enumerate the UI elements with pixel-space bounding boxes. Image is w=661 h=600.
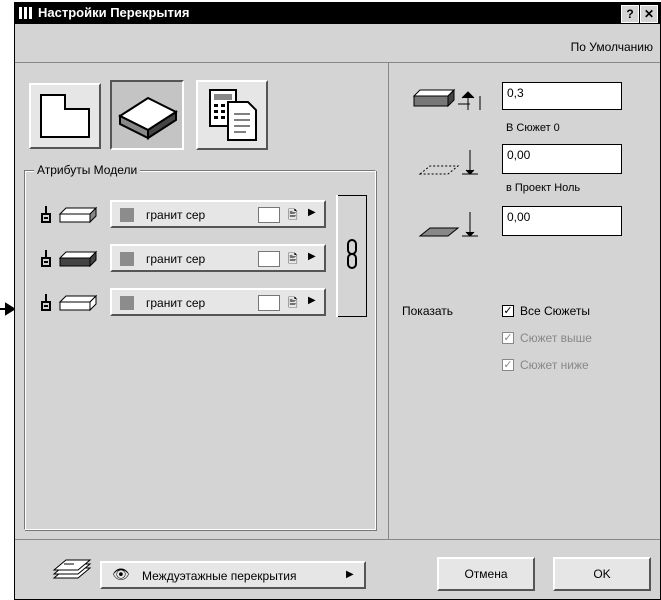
app-icon: [19, 7, 32, 19]
bracket-edge: [336, 195, 338, 317]
layer-name: Междуэтажные перекрытия: [142, 569, 297, 583]
material-list-icon: 🖹: [288, 252, 298, 266]
slab-type-button[interactable]: [110, 80, 184, 150]
chain-link-icon[interactable]: [344, 238, 360, 270]
all-stories-label[interactable]: Все Сюжеты: [520, 304, 590, 318]
material-index-box: [258, 295, 280, 311]
project-elevation-input[interactable]: 0,00: [502, 206, 622, 236]
material-selector-side[interactable]: гранит сер 🖹 ▶: [110, 244, 326, 272]
model-attributes-legend: Атрибуты Модели: [34, 163, 141, 177]
material-name: гранит сер: [146, 252, 206, 266]
geometry-method-button[interactable]: [29, 83, 101, 149]
story-below-checkbox: ✓: [502, 359, 514, 371]
ok-button[interactable]: OK: [553, 557, 651, 591]
material-row-bottom: гранит сер 🖹 ▶: [38, 288, 328, 316]
material-swatch: [120, 208, 134, 222]
material-swatch: [120, 252, 134, 266]
bottom-surface-icon: [58, 294, 98, 312]
listing-button[interactable]: [196, 80, 268, 150]
window-title: Настройки Перекрытия: [38, 5, 190, 20]
calculator-document-icon: [209, 89, 257, 141]
elevation-project-icon: [418, 212, 478, 237]
material-index-box: [258, 207, 280, 223]
footer-divider: [15, 539, 660, 540]
slab-3d-icon: [117, 96, 179, 140]
chevron-right-icon: ▶: [346, 569, 354, 580]
story-elevation-input[interactable]: 0,00: [502, 144, 622, 174]
to-story-label: В Сюжет 0: [506, 122, 560, 134]
slab-thickness-icon: [412, 88, 481, 110]
story-above-checkbox: ✓: [502, 332, 514, 344]
material-selector-bottom[interactable]: гранит сер 🖹 ▶: [110, 288, 326, 316]
paint-brush-icon: [41, 294, 51, 311]
paint-brush-icon: [41, 250, 51, 267]
material-list-icon: 🖹: [288, 296, 298, 310]
material-index-box: [258, 251, 280, 267]
eye-icon: 👁: [112, 566, 130, 582]
help-button[interactable]: ?: [621, 5, 639, 23]
layer-selector[interactable]: 👁 Междуэтажные перекрытия ▶: [100, 561, 366, 589]
material-list-icon: 🖹: [288, 208, 298, 222]
material-row-side: гранит сер 🖹 ▶: [38, 244, 328, 272]
material-selector-top[interactable]: гранит сер 🖹 ▶: [110, 200, 326, 228]
material-name: гранит сер: [146, 296, 206, 310]
chevron-right-icon: ▶: [308, 295, 316, 306]
material-name: гранит сер: [146, 208, 206, 222]
title-bar[interactable]: Настройки Перекрытия ? ✕: [14, 2, 661, 24]
show-label: Показать: [402, 304, 454, 318]
paint-brush-icon: [41, 206, 51, 223]
chevron-right-icon: ▶: [308, 251, 316, 262]
elevation-story-icon: [418, 150, 478, 175]
material-swatch: [120, 296, 134, 310]
to-project-label: в Проект Ноль: [506, 182, 581, 194]
close-button[interactable]: ✕: [640, 5, 658, 23]
story-below-label: Сюжет ниже: [520, 358, 589, 372]
top-surface-icon: [58, 206, 98, 224]
cancel-button[interactable]: Отмена: [437, 557, 535, 591]
story-above-label: Сюжет выше: [520, 331, 592, 345]
thickness-input[interactable]: 0,3: [502, 82, 622, 110]
layers-icon: [52, 559, 92, 579]
chevron-right-icon: ▶: [308, 207, 316, 218]
all-stories-checkbox[interactable]: ✓: [502, 305, 514, 317]
side-surface-icon: [58, 250, 98, 268]
preset-label[interactable]: По Умолчанию: [571, 40, 653, 54]
header-divider: [15, 62, 660, 63]
column-divider: [388, 63, 389, 539]
polygon-shape-icon: [40, 94, 90, 138]
material-row-top: гранит сер 🖹 ▶: [38, 200, 328, 228]
